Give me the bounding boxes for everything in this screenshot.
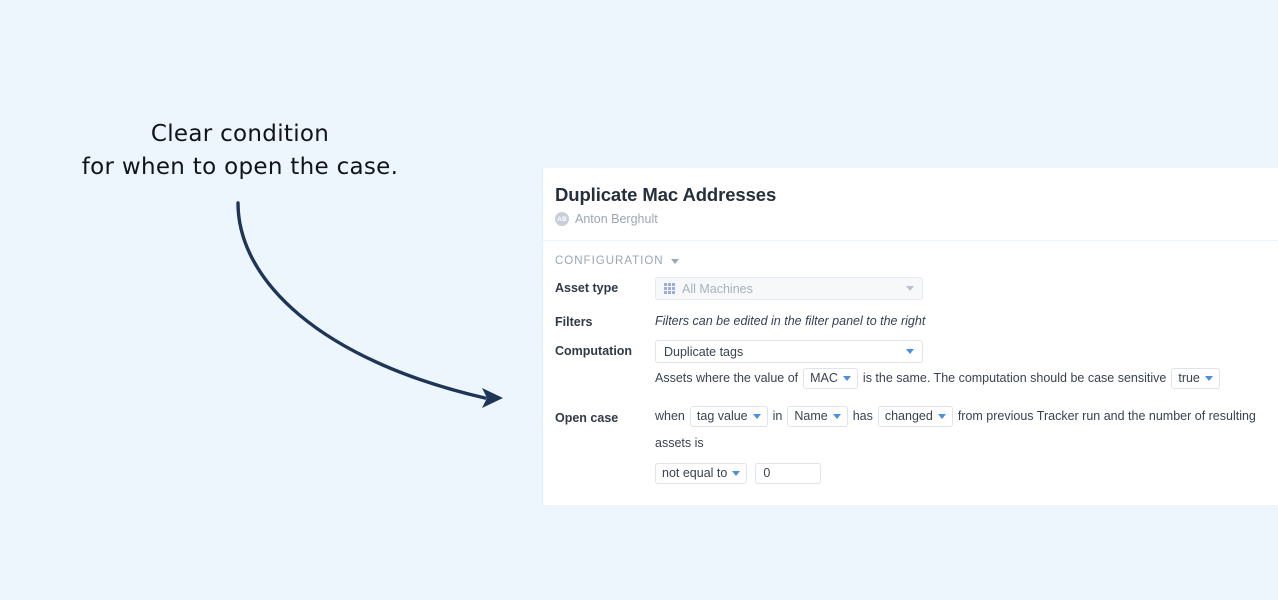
case-sensitive-value: true [1178,371,1200,386]
open-case-change-select[interactable]: changed [877,406,953,428]
open-case-number-input[interactable]: 0 [755,463,822,485]
chevron-down-icon [670,258,679,264]
open-case-text-has: has [852,409,873,423]
configuration-section-toggle[interactable]: CONFIGURATION [543,241,1278,277]
configuration-body: Asset type All Machines Filters Filters … [543,277,1278,505]
owner-row: AB Anton Berghult [555,212,1278,226]
row-asset-type: Asset type All Machines [555,277,1278,300]
row-open-case: Open case when tag value in Name has changed f… [555,403,1278,487]
open-case-operator-select[interactable]: not equal to [655,463,748,485]
row-computation: Computation Duplicate tags Assets where … [555,340,1278,392]
owner-name: Anton Berghult [575,212,658,226]
computation-select[interactable]: Duplicate tags [655,340,923,363]
panel-header: Duplicate Mac Addresses AB Anton Berghul… [543,168,1278,241]
open-case-field-select[interactable]: Name [787,406,848,428]
open-case-text-when: when [655,409,685,423]
computation-text-2: is the same. The computation should be c… [862,371,1167,385]
grid-icon [664,283,675,294]
computation-content: Duplicate tags Assets where the value of… [655,340,1278,392]
asset-type-label: Asset type [555,281,619,295]
asset-type-select[interactable]: All Machines [655,277,923,300]
page-title: Duplicate Mac Addresses [555,184,777,205]
row-filters: Filters Filters can be edited in the fil… [555,311,1278,329]
open-case-number-value: 0 [763,466,771,481]
avatar: AB [555,212,569,226]
computation-tag-select[interactable]: MAC [803,368,858,390]
open-case-label: Open case [555,411,619,425]
chevron-down-icon [842,376,851,382]
open-case-operator-value: not equal to [662,466,728,481]
chevron-down-icon [752,414,761,420]
open-case-sentence-line2: not equal to 0 [655,460,1278,487]
annotation-caption: Clear condition for when to open the cas… [81,121,399,180]
chevron-down-icon [832,414,841,420]
filters-content: Filters can be edited in the filter pane… [655,311,1278,328]
section-title: CONFIGURATION [555,255,664,267]
condition-config-panel: Duplicate Mac Addresses AB Anton Berghul… [543,168,1278,505]
computation-value: Duplicate tags [664,344,744,359]
computation-sentence: Assets where the value of MAC is the same.… [655,365,1278,392]
computation-label: Computation [555,344,633,358]
chevron-down-icon [1204,376,1213,382]
asset-type-value: All Machines [682,281,753,296]
chevron-down-icon [937,414,946,420]
asset-type-content: All Machines [655,277,1278,300]
open-case-subject-value: tag value [696,409,748,424]
open-case-content: when tag value in Name has changed from previo… [655,403,1278,487]
open-case-subject-select[interactable]: tag value [689,406,768,428]
open-case-sentence: when tag value in Name has changed from previo… [655,403,1278,457]
filters-label: Filters [555,315,593,329]
open-case-change-value: changed [884,409,933,424]
chevron-down-icon [732,471,741,477]
computation-tag-value: MAC [810,371,838,386]
chevron-down-icon [906,349,914,354]
chevron-down-icon [906,286,914,291]
open-case-field-value: Name [794,409,828,424]
filters-note: Filters can be edited in the filter pane… [655,314,926,328]
curved-arrow-icon [236,201,503,408]
case-sensitive-select[interactable]: true [1171,368,1220,390]
open-case-text-in: in [772,409,783,423]
annotation-layer: Clear condition for when to open the cas… [0,0,543,600]
computation-text-1: Assets where the value of [655,371,799,385]
